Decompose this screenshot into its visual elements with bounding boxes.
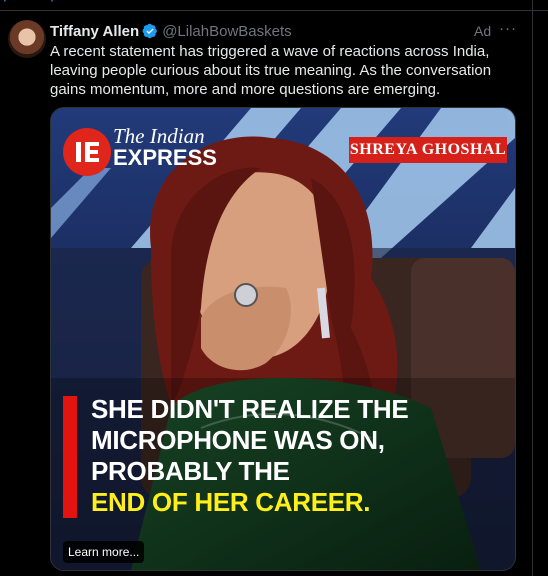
more-options-icon[interactable]: ···: [499, 20, 517, 37]
learn-more-button[interactable]: Learn more...: [63, 541, 145, 563]
logo-icon: [63, 128, 111, 176]
headline-line-2: MICROPHONE WAS ON,: [91, 425, 385, 455]
author-name[interactable]: Tiffany Allen: [50, 23, 139, 40]
avatar[interactable]: [8, 20, 46, 58]
ad-label: Ad: [474, 23, 492, 39]
headline: SHE DIDN'T REALIZE THE MICROPHONE WAS ON…: [91, 394, 409, 518]
headline-line-3: PROBABLY THE: [91, 456, 290, 486]
logo-line-1: The Indian: [113, 124, 205, 148]
logo-line-2: EXPRESS: [113, 145, 217, 170]
headline-line-1: SHE DIDN'T REALIZE THE: [91, 394, 409, 424]
tweet-text: A recent statement has triggered a wave …: [50, 43, 492, 98]
publisher-logo: The Indian EXPRESS: [113, 124, 217, 170]
previous-tweet-actions-icon: ⋅ ⋅: [3, 0, 74, 8]
name-tag: SHREYA GHOSHAL: [349, 137, 507, 163]
headline-line-4: END OF HER CAREER.: [91, 487, 371, 517]
tweet-header: Tiffany Allen @LilahBowBaskets: [50, 22, 292, 40]
headline-accent-bar: [63, 396, 77, 518]
media-card[interactable]: The Indian EXPRESS SHREYA GHOSHAL SHE DI…: [50, 107, 516, 571]
top-divider: [0, 10, 548, 11]
verified-badge-icon: [142, 23, 158, 39]
timeline-border: [532, 0, 533, 576]
author-handle[interactable]: @LilahBowBaskets: [162, 23, 291, 40]
